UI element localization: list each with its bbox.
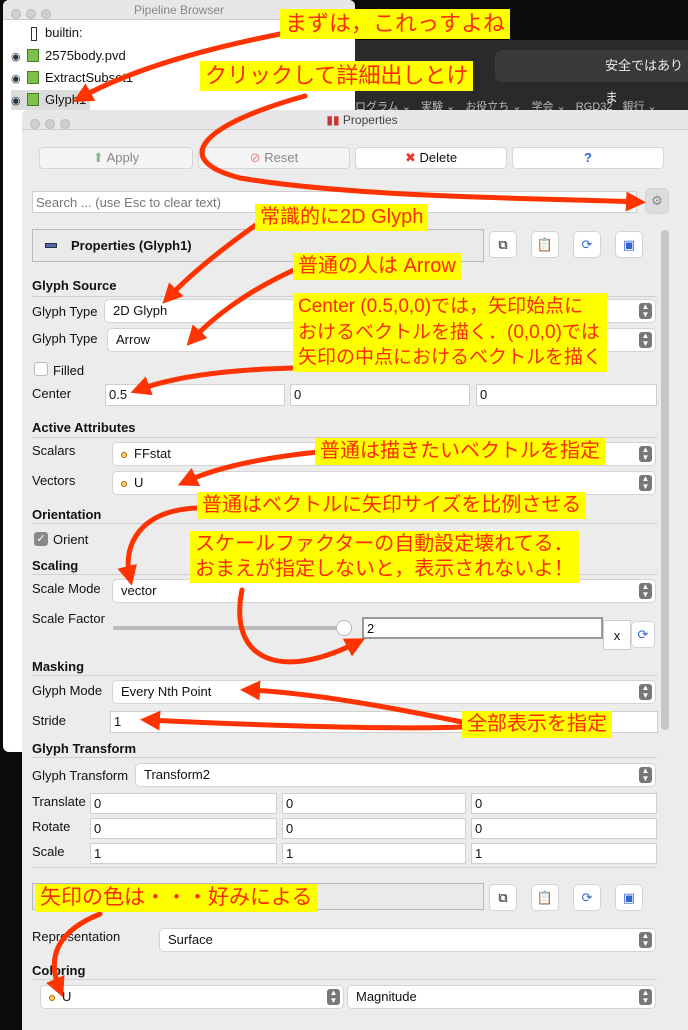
arrow-to-glyph-mode — [240, 680, 465, 725]
annotation-note: Center (0.5,0,0)では，矢印始点に おけるベクトルを描く．(0,0… — [293, 293, 608, 372]
annotation-note: 普通はベクトルに矢印サイズを比例させる — [197, 492, 587, 519]
arrow-to-vectors — [177, 449, 321, 486]
arrow-to-color-by — [46, 911, 103, 998]
arrow-to-gear — [199, 93, 646, 212]
arrow-to-scale-factor — [237, 587, 366, 665]
annotation-note: 普通は描きたいベクトルを指定 — [315, 438, 605, 465]
annotation-note: 矢印の色は・・・好みによる — [35, 884, 318, 913]
arrow-to-stride — [140, 710, 465, 731]
annotation-note: 常識的に2D Glyph — [255, 204, 429, 231]
arrow-to-2d-glyph — [162, 219, 263, 304]
annotation-note: クリックして詳細出しとけ — [200, 61, 474, 91]
annotation-note: まずは，これっすよね — [280, 9, 511, 39]
arrow-to-center — [130, 365, 295, 396]
annotation-note: 普通の人は Arrow — [293, 253, 461, 280]
annotation-note: 全部表示を指定 — [462, 711, 612, 738]
arrow-to-arrow — [186, 267, 297, 346]
arrow-to-scale-mode — [117, 505, 201, 586]
annotation-note: スケールファクターの自動設定壊れてる． おまえが指定しないと，表示されないよ！ — [190, 531, 579, 583]
